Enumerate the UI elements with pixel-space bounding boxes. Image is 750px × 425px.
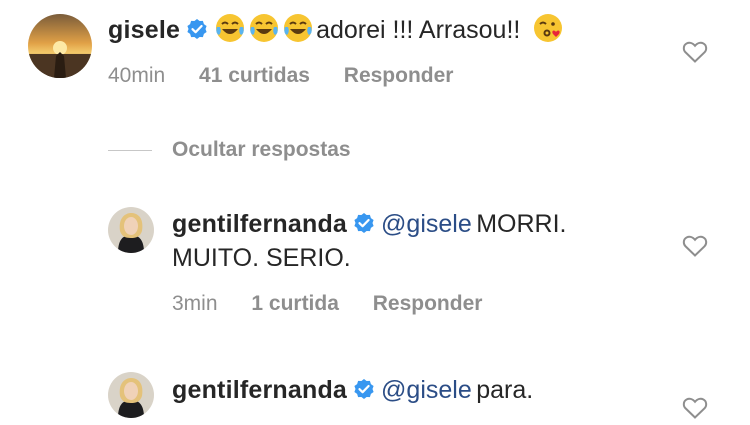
reply-meta: 3min 1 curtida Responder — [172, 292, 482, 316]
username[interactable]: gisele — [108, 16, 180, 44]
avatar-gentilfernanda[interactable] — [108, 372, 154, 418]
comment-text: adorei !!! Arrasou!! — [316, 16, 521, 44]
verified-badge-icon — [353, 212, 375, 234]
reply-button[interactable]: Responder — [344, 64, 454, 87]
avatar-gisele[interactable] — [28, 14, 92, 78]
face-with-tears-of-joy-icon — [248, 12, 280, 44]
mention-link[interactable]: @gisele — [381, 376, 472, 404]
reply-text: MORRI. — [476, 210, 567, 238]
avatar-gentilfernanda[interactable] — [108, 207, 154, 253]
mention-link[interactable]: @gisele — [381, 210, 472, 238]
comment-meta: 40min 41 curtidas Responder — [108, 64, 453, 88]
reply-line: gentilfernanda @gisele MORRI. — [172, 210, 566, 239]
replies-divider — [108, 150, 152, 151]
like-heart-icon[interactable] — [682, 234, 708, 263]
reply-button[interactable]: Responder — [373, 292, 483, 315]
username[interactable]: gentilfernanda — [172, 210, 347, 238]
reply-text-continued: MUITO. SERIO. — [172, 244, 351, 272]
reply-time: 3min — [172, 292, 218, 315]
reply-line: gentilfernanda @gisele para. — [172, 376, 533, 405]
username[interactable]: gentilfernanda — [172, 376, 347, 404]
reply-text: para. — [476, 376, 534, 404]
face-with-tears-of-joy-icon — [282, 12, 314, 44]
likes-count[interactable]: 41 curtidas — [199, 64, 310, 87]
like-heart-icon[interactable] — [682, 40, 708, 69]
comment-time: 40min — [108, 64, 166, 87]
face-blowing-a-kiss-icon — [532, 12, 564, 44]
likes-count[interactable]: 1 curtida — [251, 292, 339, 315]
hide-replies-button[interactable]: Ocultar respostas — [172, 138, 351, 162]
face-with-tears-of-joy-icon — [214, 12, 246, 44]
verified-badge-icon — [186, 18, 208, 40]
verified-badge-icon — [353, 378, 375, 400]
comment-line: gisele adorei !!! Arrasou!! — [108, 12, 566, 48]
